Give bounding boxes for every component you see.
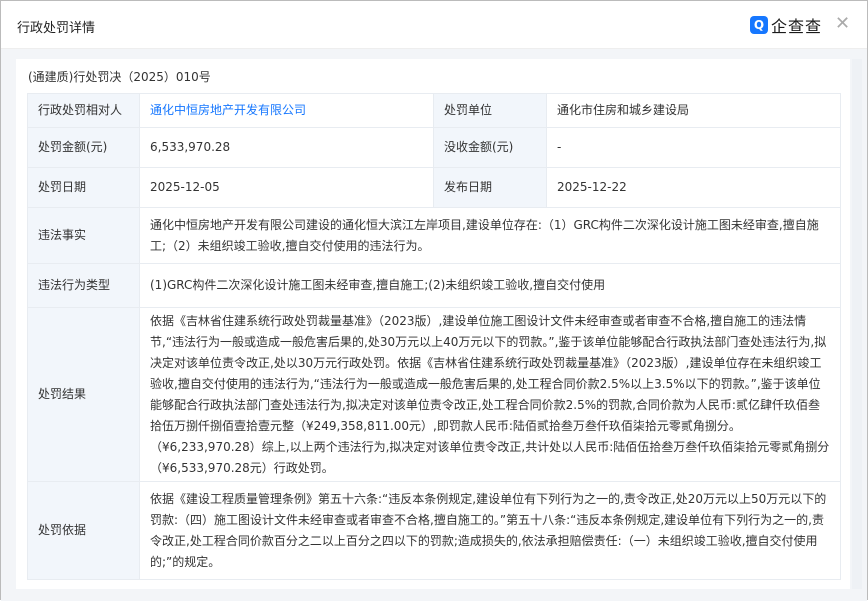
logo-text: 企查查 bbox=[771, 17, 823, 36]
facts-value: 通化中恒房地产开发有限公司建设的通化恒大滨江左岸项目,建设单位存在:（1）GRC… bbox=[139, 207, 841, 264]
close-icon[interactable]: ✕ bbox=[835, 13, 850, 34]
date-value: 2025-12-05 bbox=[139, 167, 434, 208]
table-row: 处罚结果 依据《吉林省住建系统行政处罚裁量基准》（2023版）,建设单位施工图设… bbox=[27, 307, 841, 482]
date-label: 处罚日期 bbox=[27, 167, 140, 208]
publish-label: 发布日期 bbox=[433, 167, 547, 208]
table-row: 违法事实 通化中恒房地产开发有限公司建设的通化恒大滨江左岸项目,建设单位存在:（… bbox=[27, 207, 841, 264]
authority-value: 通化市住房和城乡建设局 bbox=[546, 93, 841, 128]
amount-value: 6,533,970.28 bbox=[139, 127, 434, 168]
type-label: 违法行为类型 bbox=[27, 263, 140, 308]
result-value: 依据《吉林省住建系统行政处罚裁量基准》（2023版）,建设单位施工图设计文件未经… bbox=[139, 307, 841, 482]
confiscated-value: - bbox=[546, 127, 841, 168]
confiscated-label: 没收金额(元) bbox=[433, 127, 547, 168]
table-row: 处罚金额(元) 6,533,970.28 没收金额(元) - bbox=[27, 127, 841, 168]
basis-label: 处罚依据 bbox=[27, 481, 140, 580]
document-number: (通建质)行处罚决（2025）010号 bbox=[28, 70, 211, 84]
authority-label: 处罚单位 bbox=[433, 93, 547, 128]
scrollbar[interactable] bbox=[852, 59, 862, 589]
basis-value: 依据《建设工程质量管理条例》第五十六条:“违反本条例规定,建设单位有下列行为之一… bbox=[139, 481, 841, 580]
party-label: 行政处罚相对人 bbox=[27, 93, 140, 128]
detail-table: 行政处罚相对人 通化中恒房地产开发有限公司 处罚单位 通化市住房和城乡建设局 处… bbox=[27, 93, 841, 580]
detail-card: (通建质)行处罚决（2025）010号 行政处罚相对人 通化中恒房地产开发有限公… bbox=[16, 59, 850, 589]
modal-body: (通建质)行处罚决（2025）010号 行政处罚相对人 通化中恒房地产开发有限公… bbox=[1, 49, 867, 601]
type-value: (1)GRC构件二次深化设计施工图未经审查,擅自施工;(2)未组织竣工验收,擅自… bbox=[139, 263, 841, 308]
logo-icon: Q bbox=[750, 16, 768, 34]
amount-label: 处罚金额(元) bbox=[27, 127, 140, 168]
table-row: 行政处罚相对人 通化中恒房地产开发有限公司 处罚单位 通化市住房和城乡建设局 bbox=[27, 93, 841, 128]
modal-title: 行政处罚详情 bbox=[17, 21, 96, 36]
publish-value: 2025-12-22 bbox=[546, 167, 841, 208]
table-row: 违法行为类型 (1)GRC构件二次深化设计施工图未经审查,擅自施工;(2)未组织… bbox=[27, 263, 841, 308]
table-row: 处罚日期 2025-12-05 发布日期 2025-12-22 bbox=[27, 167, 841, 208]
party-value: 通化中恒房地产开发有限公司 bbox=[139, 93, 434, 128]
qichacha-logo: Q 企查查 bbox=[750, 13, 822, 37]
company-link[interactable]: 通化中恒房地产开发有限公司 bbox=[150, 103, 306, 117]
result-label: 处罚结果 bbox=[27, 307, 140, 482]
modal-header: 行政处罚详情 Q 企查查 ✕ bbox=[1, 1, 867, 49]
facts-label: 违法事实 bbox=[27, 207, 140, 264]
table-row: 处罚依据 依据《建设工程质量管理条例》第五十六条:“违反本条例规定,建设单位有下… bbox=[27, 481, 841, 580]
